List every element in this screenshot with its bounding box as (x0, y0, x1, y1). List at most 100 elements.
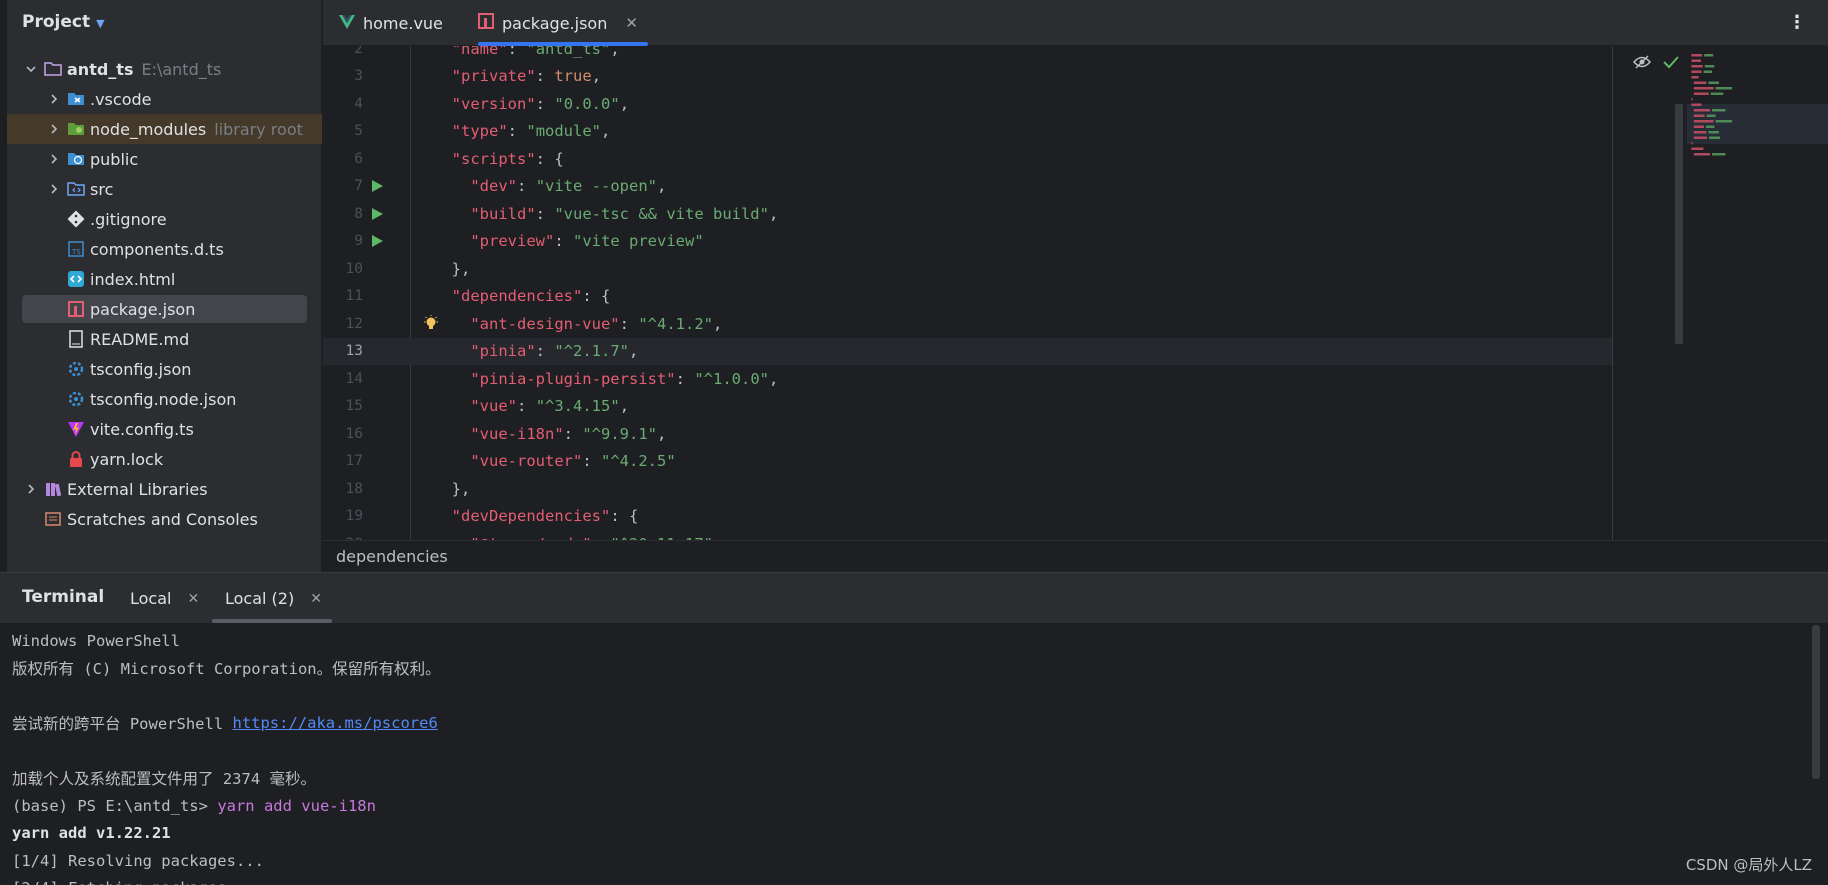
code-line[interactable]: 9 "preview": "vite preview" (323, 228, 1613, 256)
tree-item-gitignore[interactable]: .gitignore (7, 204, 322, 234)
code-text: "dependencies": { (451, 287, 611, 306)
line-number: 2 (354, 46, 363, 57)
terminal-tab-local[interactable]: Local ✕ (130, 589, 199, 608)
scratches-icon (43, 509, 63, 529)
editor-scrollbar[interactable] (1675, 104, 1683, 344)
minimap-line (1691, 142, 1693, 145)
terminal-line: [1/4] Resolving packages... (12, 847, 1802, 875)
code-line[interactable]: 4 "version": "0.0.0", (323, 90, 1613, 118)
terminal-output[interactable]: Windows PowerShell 版权所有 (C) Microsoft Cor… (12, 627, 1802, 885)
minimap-line (1691, 147, 1704, 150)
tab-home-vue[interactable]: home.vue (339, 0, 443, 46)
tree-item-tsconfig-json[interactable]: tsconfig.json (7, 354, 322, 384)
tree-item-tsconfig-node-json[interactable]: tsconfig.node.json (7, 384, 322, 414)
code-line[interactable]: 10 }, (323, 255, 1613, 283)
tree-item-external-libraries[interactable]: External Libraries (7, 474, 322, 504)
terminal-line: 版权所有 (C) Microsoft Corporation。保留所有权利。 (12, 655, 1802, 683)
code-line[interactable]: 14 "pinia-plugin-persist": "^1.0.0", (323, 365, 1613, 393)
minimap[interactable] (1685, 48, 1828, 348)
code-text: }, (433, 259, 471, 278)
code-line[interactable]: 2 "name": "antd_ts", (323, 46, 1613, 63)
line-number: 15 (345, 398, 363, 415)
tree-item-yarn-lock[interactable]: yarn.lock (7, 444, 322, 474)
check-icon[interactable] (1663, 54, 1679, 73)
code-line[interactable]: 11 "dependencies": { (323, 283, 1613, 311)
minimap-line (1693, 136, 1707, 139)
tree-item-antd-ts[interactable]: antd_ts E:\antd_ts (7, 54, 322, 84)
code-line[interactable]: 8 "build": "vue-tsc && vite build", (323, 200, 1613, 228)
run-icon[interactable] (369, 206, 385, 222)
breadcrumb[interactable]: dependencies (323, 540, 1828, 572)
code-line[interactable]: 13 "pinia": "^2.1.7", (323, 337, 1613, 365)
chevron-down-icon[interactable] (23, 61, 39, 77)
close-icon[interactable]: ✕ (310, 591, 322, 607)
tree-item-vscode[interactable]: .vscode (7, 84, 322, 114)
eye-off-icon[interactable] (1632, 54, 1652, 73)
minimap-line (1691, 59, 1701, 62)
chevron-down-icon[interactable]: ▼ (96, 17, 104, 30)
run-icon[interactable] (369, 233, 385, 249)
chevron-right-icon[interactable] (46, 151, 62, 167)
code-line[interactable]: 5 "type": "module", (323, 118, 1613, 146)
terminal-text: 加载个人及系统配置文件用了 2374 毫秒。 (12, 770, 316, 789)
terminal-text: [2/4] Fetching packages... (12, 879, 255, 885)
tree-item-package-json[interactable]: package.json (7, 294, 322, 324)
tree-item-readme-md[interactable]: README.md (7, 324, 322, 354)
close-icon[interactable]: ✕ (187, 591, 199, 607)
svg-text:TS: TS (71, 248, 81, 256)
tree-item-hint: library root (214, 119, 303, 139)
terminal-panel: Terminal Local ✕ Local (2) ✕ Windows Pow… (0, 572, 1828, 885)
inspection-widget[interactable] (1632, 54, 1679, 73)
terminal-text: 版权所有 (C) Microsoft Corporation。保留所有权利。 (12, 660, 441, 679)
minimap-line (1704, 65, 1715, 68)
chevron-right-icon[interactable] (46, 181, 62, 197)
folder-icon (43, 59, 63, 79)
code-line[interactable]: 7 "dev": "vite --open", (323, 173, 1613, 201)
minimap-line (1693, 92, 1709, 95)
project-panel: Project ▼ antd_ts E:\antd_ts .vscode node_m… (0, 0, 322, 572)
tree-item-node-modules[interactable]: node_modules library root (7, 114, 322, 144)
code-line[interactable]: 15 "vue": "^3.4.15", (323, 393, 1613, 421)
tree-item-src[interactable]: src (7, 174, 322, 204)
code-line[interactable]: 12 "ant-design-vue": "^4.1.2", (323, 310, 1613, 338)
code-line[interactable]: 18 }, (323, 475, 1613, 503)
git-icon (66, 209, 86, 229)
tree-item-vite-config-ts[interactable]: vite.config.ts (7, 414, 322, 444)
terminal-line: (base) PS E:\antd_ts> yarn add vue-i18n (12, 792, 1802, 820)
breadcrumb-item[interactable]: dependencies (336, 547, 448, 566)
terminal-line: Windows PowerShell (12, 627, 1802, 655)
more-options-icon[interactable]: ⋮ (1788, 12, 1806, 33)
chevron-right-icon[interactable] (23, 481, 39, 497)
code-line[interactable]: 19 "devDependencies": { (323, 503, 1613, 531)
run-icon[interactable] (369, 178, 385, 194)
chevron-right-icon[interactable] (46, 91, 62, 107)
tree-item-label: tsconfig.node.json (90, 389, 237, 409)
code-text: "vue": "^3.4.15", (470, 397, 630, 416)
chevron-right-icon[interactable] (46, 121, 62, 137)
tree-item-hint: E:\antd_ts (141, 59, 222, 79)
code-editor[interactable]: 2 "name": "antd_ts", 3 "private": true, 4 … (323, 46, 1613, 540)
code-line[interactable]: 3 "private": true, (323, 63, 1613, 91)
close-icon[interactable]: ✕ (625, 14, 638, 32)
tree-item-index-html[interactable]: index.html (7, 264, 322, 294)
tab-package-json[interactable]: package.json ✕ (478, 0, 648, 46)
vscode-folder-icon (66, 89, 86, 109)
code-line[interactable]: 20 "@types/node": "^20.11.17", (323, 530, 1613, 540)
code-line[interactable]: 16 "vue-i18n": "^9.9.1", (323, 420, 1613, 448)
terminal-tab-local-2[interactable]: Local (2) ✕ (225, 589, 322, 608)
code-line[interactable]: 17 "vue-router": "^4.2.5" (323, 448, 1613, 476)
typescript-icon: TS (66, 239, 86, 259)
terminal-link[interactable]: https://aka.ms/pscore6 (232, 714, 437, 732)
code-text: "vue-i18n": "^9.9.1", (470, 424, 667, 443)
libraries-icon (43, 479, 63, 499)
minimap-line (1693, 153, 1710, 156)
project-panel-header[interactable]: Project ▼ (22, 10, 105, 34)
tree-item-scratches-and-consoles[interactable]: Scratches and Consoles (7, 504, 322, 534)
code-line[interactable]: 6 "scripts": { (323, 145, 1613, 173)
tree-item-label: .vscode (90, 89, 152, 109)
code-text: "pinia": "^2.1.7", (470, 342, 639, 361)
tree-item-components-d-ts[interactable]: TS components.d.ts (7, 234, 322, 264)
terminal-scrollbar[interactable] (1812, 625, 1820, 779)
tree-item-public[interactable]: public (7, 144, 322, 174)
